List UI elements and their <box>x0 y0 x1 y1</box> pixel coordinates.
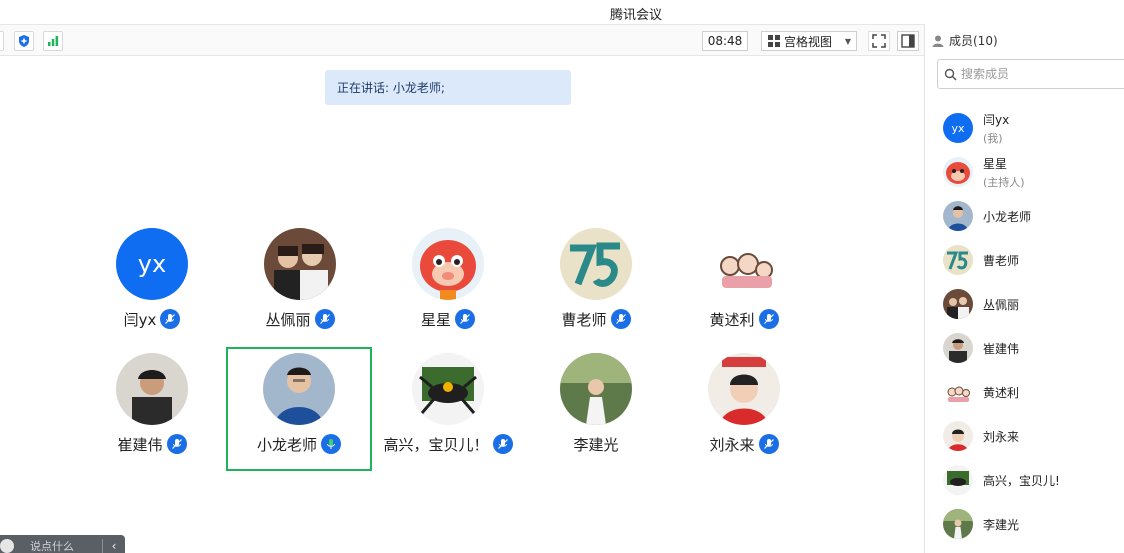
window-title: 腾讯会议 <box>609 8 662 23</box>
avatar <box>412 228 484 300</box>
participant-tile[interactable]: 李建光 <box>523 353 669 477</box>
avatar <box>708 353 780 425</box>
search-icon <box>944 68 957 80</box>
chat-placeholder[interactable]: 说点什么 <box>30 538 74 553</box>
meeting-window: 腾讯会议 08:48 宫格视图 ▼ 正在讲话: 小龙老师; yx 闫yx 丛佩丽… <box>0 0 1124 553</box>
avatar <box>943 289 973 319</box>
mic-muted-icon <box>758 309 779 329</box>
grid-icon <box>768 35 780 47</box>
view-mode-label: 宫格视图 <box>784 34 833 49</box>
toolbar: 08:48 宫格视图 ▼ <box>0 24 924 56</box>
members-count: 成员(10) <box>949 34 998 48</box>
mic-muted-icon <box>492 434 513 454</box>
mic-muted-icon <box>166 434 187 454</box>
member-name: 闫yx <box>983 112 1010 127</box>
mic-muted-icon <box>160 309 181 329</box>
avatar <box>943 421 973 451</box>
participant-name: 黄述利 <box>709 310 755 329</box>
meeting-clock: 08:48 <box>702 31 748 51</box>
avatar: yx <box>943 113 973 143</box>
member-item[interactable]: 李建光 <box>943 508 1123 540</box>
member-item[interactable]: 刘永来 <box>943 420 1123 452</box>
member-name: 崔建伟 <box>983 341 1020 356</box>
mic-speaking-icon <box>321 434 341 454</box>
member-name: 李建光 <box>983 517 1020 532</box>
avatar: yx <box>116 228 188 300</box>
member-name: 丛佩丽 <box>983 297 1020 312</box>
avatar <box>943 157 973 187</box>
member-role: (主持人) <box>983 175 1025 189</box>
participant-tile[interactable]: 曹老师 <box>523 228 669 352</box>
member-search[interactable] <box>937 59 1124 89</box>
avatar <box>264 228 336 300</box>
toggle-sidebar-button[interactable] <box>897 31 919 51</box>
fullscreen-icon <box>872 34 886 48</box>
member-name: 刘永来 <box>983 429 1020 444</box>
avatar <box>943 245 973 275</box>
participant-name: 崔建伟 <box>117 435 163 454</box>
avatar <box>708 228 780 300</box>
member-search-input[interactable] <box>961 67 1111 81</box>
title-bar: 腾讯会议 <box>0 0 1124 24</box>
members-header: 成员(10) <box>931 32 998 49</box>
avatar <box>560 353 632 425</box>
member-name: 星星 <box>983 156 1008 171</box>
participant-tile[interactable]: 刘永来 <box>671 353 817 477</box>
view-mode-select[interactable]: 宫格视图 ▼ <box>761 31 857 51</box>
participant-name: 闫yx <box>123 310 157 329</box>
caret-down-icon: ▼ <box>844 36 851 46</box>
avatar <box>560 228 632 300</box>
avatar <box>116 353 188 425</box>
participant-tile[interactable]: 崔建伟 <box>79 353 225 477</box>
mic-muted-icon <box>455 309 475 329</box>
participant-name: 李建光 <box>573 435 619 454</box>
avatar <box>943 509 973 539</box>
participant-tile[interactable]: 星星 <box>375 228 521 352</box>
participant-tile[interactable]: 丛佩丽 <box>227 228 373 352</box>
toolbar-overflow-button[interactable] <box>0 31 4 51</box>
member-item[interactable]: 丛佩丽 <box>943 288 1123 320</box>
member-name: 黄述利 <box>983 385 1020 400</box>
member-role: (我) <box>983 131 1003 145</box>
sidebar-icon <box>901 34 915 48</box>
avatar <box>943 333 973 363</box>
member-item[interactable]: 星星 (主持人) <box>943 156 1123 189</box>
chevron-left-icon[interactable]: ‹ <box>103 539 125 553</box>
avatar <box>943 377 973 407</box>
participant-tile[interactable]: 黄述利 <box>671 228 817 352</box>
participant-name: 曹老师 <box>561 310 607 329</box>
members-panel: 成员(10) yx 闫yx (我) 星星 (主持人) 小龙老师 曹老师 丛佩丽 <box>924 24 1124 553</box>
mic-muted-icon <box>314 309 335 329</box>
member-name: 曹老师 <box>983 253 1020 268</box>
participant-tile[interactable]: 高兴，宝贝儿！ <box>375 353 521 477</box>
participant-tile[interactable]: yx 闫yx <box>79 228 225 352</box>
emoji-icon[interactable] <box>0 539 14 553</box>
person-icon <box>932 35 944 47</box>
participant-name: 丛佩丽 <box>265 310 311 329</box>
mic-muted-icon <box>610 309 631 329</box>
chat-input-bar[interactable]: 说点什么 ‹ <box>0 535 125 553</box>
member-item[interactable]: yx 闫yx (我) <box>943 112 1123 145</box>
member-name: 小龙老师 <box>983 209 1032 224</box>
participant-name: 刘永来 <box>709 435 755 454</box>
avatar <box>943 201 973 231</box>
participant-name: 小龙老师 <box>256 435 317 454</box>
avatar <box>263 353 335 425</box>
avatar <box>943 465 973 495</box>
fullscreen-button[interactable] <box>868 31 890 51</box>
network-signal-icon[interactable] <box>43 31 63 51</box>
participant-name: 星星 <box>420 310 451 329</box>
member-item[interactable]: 曹老师 <box>943 244 1123 276</box>
member-item[interactable]: 崔建伟 <box>943 332 1123 364</box>
member-item[interactable]: 高兴，宝贝儿! <box>943 464 1123 496</box>
member-item[interactable]: 小龙老师 <box>943 200 1123 232</box>
member-item[interactable]: 黄述利 <box>943 376 1123 408</box>
participant-tile-active-speaker[interactable]: 小龙老师 <box>226 347 372 471</box>
participant-name: 高兴，宝贝儿！ <box>383 435 489 454</box>
member-name: 高兴，宝贝儿! <box>983 473 1060 488</box>
avatar <box>412 353 484 425</box>
mic-muted-icon <box>758 434 779 454</box>
speaking-indicator: 正在讲话: 小龙老师; <box>325 70 571 105</box>
security-shield-icon[interactable] <box>14 31 34 51</box>
